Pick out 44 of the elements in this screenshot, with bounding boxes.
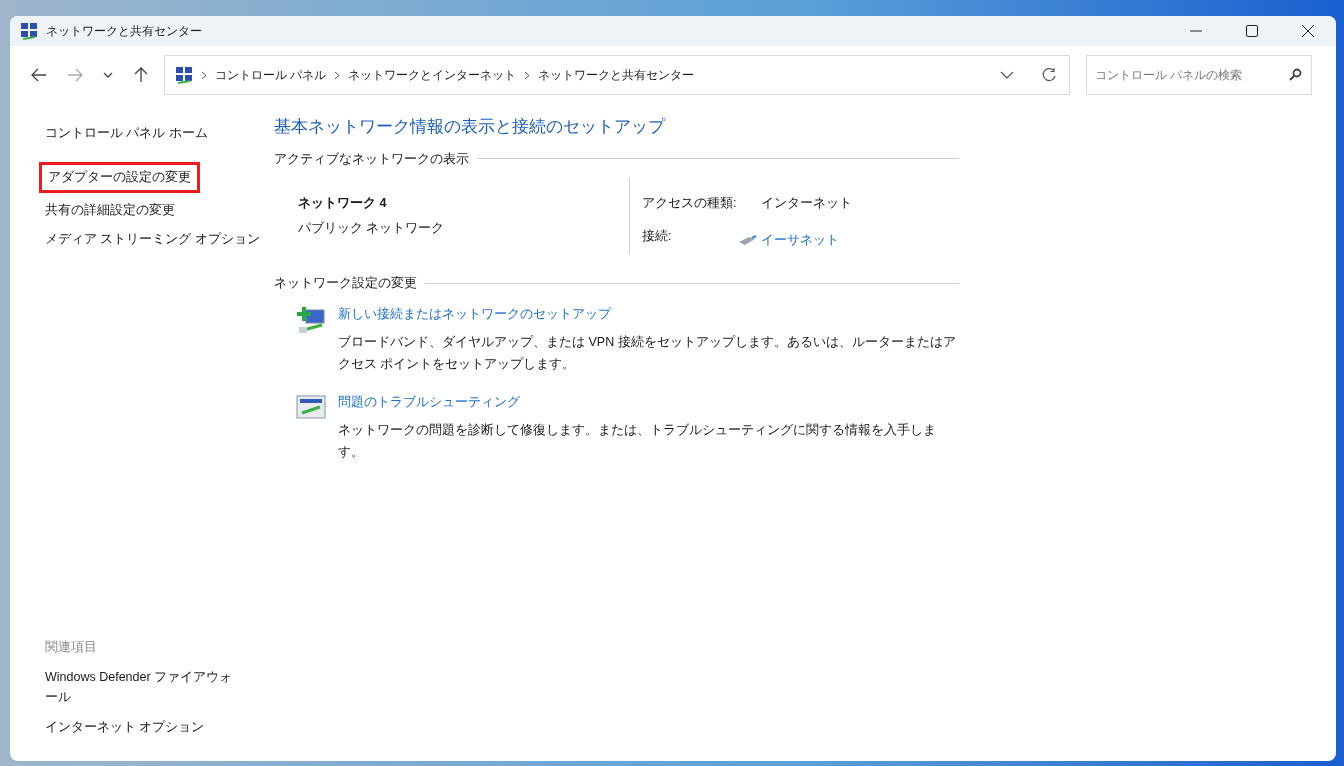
sidebar-link[interactable]: コントロール パネル ホーム (39, 121, 214, 146)
breadcrumb[interactable]: ネットワークと共有センター (538, 66, 695, 84)
chevron-right-icon (201, 70, 207, 80)
access-type-value: インターネット (761, 195, 852, 213)
refresh-icon[interactable] (1041, 67, 1057, 83)
task-link[interactable]: 新しい接続またはネットワークのセットアップ (338, 305, 958, 324)
page-title: 基本ネットワーク情報の表示と接続のセットアップ (274, 116, 667, 138)
chevron-right-icon (524, 70, 531, 80)
sidebar-link[interactable]: メディア ストリーミング オプション (39, 227, 266, 252)
related-link[interactable]: Windows Defender ファイアウォール (45, 667, 245, 707)
chevron-right-icon (334, 70, 341, 80)
network-icon (20, 22, 38, 40)
task-description: ブロードバンド、ダイヤルアップ、または VPN 接続をセットアップします。あるいは、ルーターまたはアクセス ポイントをセットアップします。 (338, 333, 957, 373)
search-icon (1289, 68, 1302, 81)
close-icon (1302, 25, 1314, 37)
network-name: ネットワーク 4 (298, 195, 388, 213)
window-title: ネットワークと共有センター (46, 23, 202, 40)
ethernet-link[interactable]: イーサネット (761, 231, 839, 251)
sidebar-link[interactable]: アダプターの設定の変更 (39, 161, 200, 193)
ethernet-cable-icon (737, 234, 757, 247)
search-field[interactable]: コントロール パネルの検索 (1086, 55, 1312, 95)
maximize-icon (1246, 25, 1258, 37)
related-link[interactable]: インターネット オプション (45, 717, 245, 737)
troubleshoot-icon (296, 394, 326, 421)
forward-arrow-icon (67, 68, 83, 82)
access-type-label: アクセスの種類: (642, 195, 737, 213)
network-setup-icon (296, 307, 328, 335)
back-arrow-icon (31, 68, 47, 82)
section-heading: アクティブなネットワークの表示 (274, 150, 469, 168)
chevron-down-icon (103, 72, 113, 78)
breadcrumb[interactable]: ネットワークとインターネット (348, 66, 517, 84)
address-bar[interactable]: コントロール パネル ネットワークとインターネット ネットワークと共有センター (164, 55, 1070, 95)
connection-label: 接続: (642, 228, 672, 246)
sidebar-link[interactable]: 共有の詳細設定の変更 (39, 197, 181, 223)
up-arrow-icon (134, 67, 148, 83)
network-icon (175, 66, 193, 84)
breadcrumb[interactable]: コントロール パネル (215, 66, 327, 84)
section-heading: ネットワーク設定の変更 (274, 275, 417, 293)
related-heading: 関連項目 (45, 639, 98, 657)
task-description: ネットワークの問題を診断して修復します。または、トラブルシューティングに関する情報を入手します。 (338, 421, 937, 461)
network-type: パブリック ネットワーク (298, 220, 446, 237)
minimize-icon (1190, 30, 1202, 32)
task-link[interactable]: 問題のトラブルシューティング (338, 392, 958, 412)
chevron-down-icon[interactable] (1000, 71, 1014, 79)
